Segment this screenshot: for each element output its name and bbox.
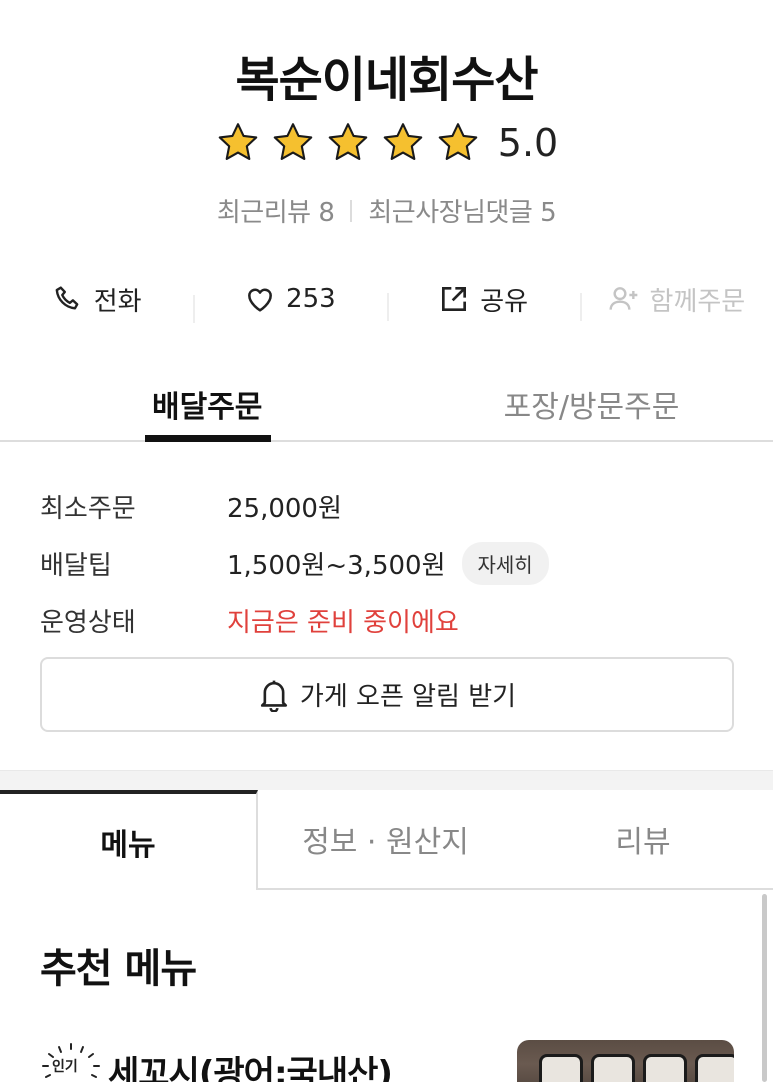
order-type-tabs: 배달주문 포장/방문주문 <box>0 372 773 442</box>
photo-detail <box>643 1054 687 1082</box>
store-info: 최소주문 25,000원 배달팁 1,500원~3,500원 자세히 운영상태 … <box>40 478 740 649</box>
min-order-row: 최소주문 25,000원 <box>40 478 740 535</box>
popular-badge: 인기 <box>40 1042 102 1082</box>
review-counts: 최근리뷰 8 최근사장님댓글 5 <box>0 192 773 229</box>
section-divider <box>0 770 773 792</box>
content-tabs: 메뉴 정보 · 원산지 리뷰 <box>0 790 773 890</box>
tab-reviews[interactable]: 리뷰 <box>513 790 773 890</box>
phone-icon <box>55 286 79 310</box>
photo-detail <box>695 1054 734 1082</box>
delivery-tip-detail-button[interactable]: 자세히 <box>461 542 549 585</box>
rating-row: 5.0 <box>0 120 773 166</box>
bell-icon <box>260 680 287 712</box>
popular-badge-label: 인기 <box>52 1059 78 1075</box>
delivery-tip-value: 1,500원~3,500원 <box>227 551 446 581</box>
menu-item[interactable]: 인기 세꼬시(광어:국내산) <box>40 1040 734 1082</box>
rating-value: 5.0 <box>497 121 559 165</box>
photo-detail <box>539 1054 583 1082</box>
tab-delivery[interactable]: 배달주문 <box>0 372 410 442</box>
tab-pickup[interactable]: 포장/방문주문 <box>410 372 773 440</box>
star-icon <box>328 123 368 160</box>
delivery-tip-row: 배달팁 1,500원~3,500원 자세히 <box>40 535 740 592</box>
tab-pickup-label: 포장/방문주문 <box>503 390 680 425</box>
star-icon <box>383 123 423 160</box>
owner-replies-link[interactable]: 최근사장님댓글 5 <box>368 192 556 229</box>
active-tab-indicator <box>145 435 271 442</box>
status-label: 운영상태 <box>40 608 136 638</box>
open-alarm-button[interactable]: 가게 오픈 알림 받기 <box>40 657 734 732</box>
action-bar: 전화 253 공유 함께주문 <box>0 272 773 326</box>
status-value: 지금은 준비 중이에요 <box>227 608 459 638</box>
tab-menu[interactable]: 메뉴 <box>0 790 258 890</box>
menu-item-photo <box>517 1040 734 1082</box>
status-row: 운영상태 지금은 준비 중이에요 <box>40 592 740 649</box>
share-label: 공유 <box>480 286 529 317</box>
star-icon <box>218 123 258 160</box>
like-button[interactable]: 253 <box>193 283 386 323</box>
share-icon <box>442 287 467 311</box>
open-alarm-label: 가게 오픈 알림 받기 <box>299 682 517 712</box>
group-order-label: 함께주문 <box>649 286 746 317</box>
star-icon <box>438 123 478 160</box>
add-user-icon <box>608 287 637 310</box>
min-order-value: 25,000원 <box>227 494 342 524</box>
recent-reviews-link[interactable]: 최근리뷰 8 <box>217 192 335 229</box>
tab-delivery-label: 배달주문 <box>152 390 263 425</box>
photo-detail <box>591 1054 635 1082</box>
scrollbar[interactable] <box>762 894 767 1082</box>
menu-item-name: 세꼬시(광어:국내산) <box>108 1054 393 1082</box>
tab-info-origin[interactable]: 정보 · 원산지 <box>258 790 513 890</box>
share-button[interactable]: 공유 <box>386 281 580 321</box>
min-order-label: 최소주문 <box>40 494 136 524</box>
star-icon <box>273 123 313 160</box>
group-order-button[interactable]: 함께주문 <box>579 281 773 321</box>
heart-icon <box>248 288 272 312</box>
call-button[interactable]: 전화 <box>0 281 193 318</box>
recommended-menu-title: 추천 메뉴 <box>40 946 197 992</box>
like-count: 253 <box>286 284 336 314</box>
call-label: 전화 <box>93 286 142 317</box>
divider <box>350 199 353 222</box>
store-title: 복순이네회수산 <box>235 52 538 108</box>
delivery-tip-label: 배달팁 <box>40 551 112 581</box>
